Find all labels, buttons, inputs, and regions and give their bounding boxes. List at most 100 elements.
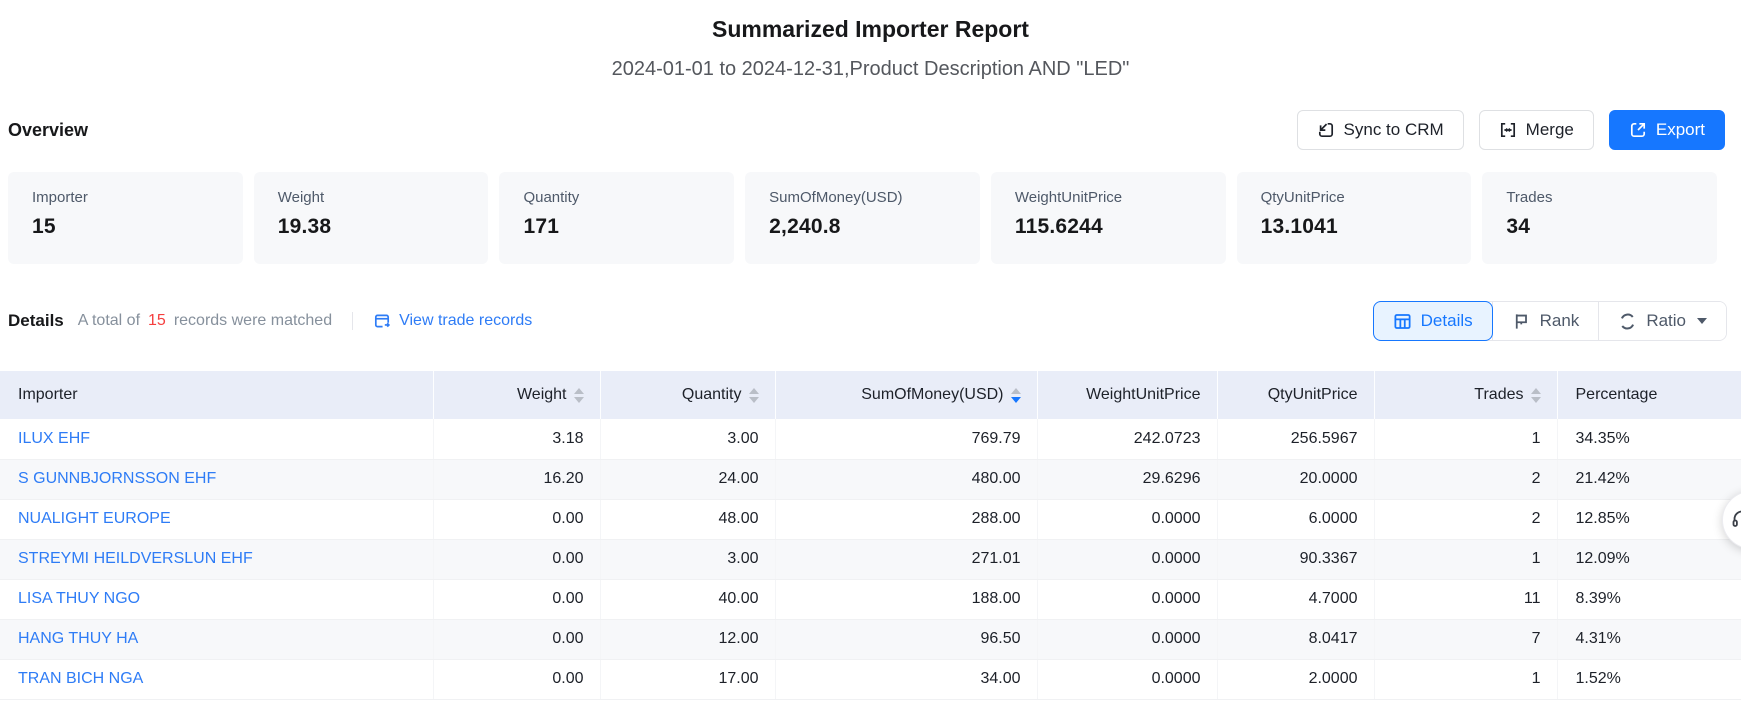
- cell-weight: 0.00: [433, 539, 600, 579]
- cell-trades: 11: [1374, 579, 1557, 619]
- export-button[interactable]: Export: [1609, 110, 1725, 150]
- column-header-qtyunitprice: QtyUnitPrice: [1217, 371, 1374, 419]
- stat-value: 19.38: [278, 215, 479, 239]
- column-label: WeightUnitPrice: [1086, 386, 1200, 404]
- column-header-trades[interactable]: Trades: [1374, 371, 1557, 419]
- column-header-quantity[interactable]: Quantity: [600, 371, 775, 419]
- importer-link[interactable]: ILUX EHF: [18, 430, 90, 447]
- stat-card-weightunitprice: WeightUnitPrice 115.6244: [991, 172, 1226, 264]
- cell-weightunitprice: 0.0000: [1037, 659, 1217, 699]
- cell-trades: 1: [1374, 419, 1557, 459]
- chevron-down-icon: [1697, 318, 1707, 324]
- cell-quantity: 3.00: [600, 539, 775, 579]
- cell-percentage: 1.52%: [1557, 659, 1741, 699]
- cell-sumofmoney-usd: 96.50: [775, 619, 1037, 659]
- stat-value: 115.6244: [1015, 215, 1216, 239]
- stat-card-quantity: Quantity171: [499, 172, 734, 264]
- cell-sumofmoney-usd: 769.79: [775, 419, 1037, 459]
- cell-qtyunitprice: 2.0000: [1217, 659, 1374, 699]
- sync-icon: [1317, 121, 1335, 139]
- cell-weightunitprice: 0.0000: [1037, 499, 1217, 539]
- importer-cell: LISA THUY NGO: [0, 579, 433, 619]
- cell-weight: 16.20: [433, 459, 600, 499]
- export-label: Export: [1656, 120, 1705, 140]
- tab-ratio[interactable]: Ratio: [1598, 302, 1726, 340]
- cell-percentage: 12.85%: [1557, 499, 1741, 539]
- stat-value: 13.1041: [1261, 215, 1462, 239]
- tab-label: Rank: [1540, 311, 1580, 331]
- merge-button[interactable]: Merge: [1479, 110, 1594, 150]
- cell-weightunitprice: 0.0000: [1037, 619, 1217, 659]
- sort-icon[interactable]: [1011, 388, 1021, 403]
- view-trade-records-link[interactable]: View trade records: [373, 312, 532, 330]
- export-icon: [1629, 121, 1647, 139]
- importer-link[interactable]: LISA THUY NGO: [18, 590, 140, 607]
- cell-percentage: 4.31%: [1557, 619, 1741, 659]
- sort-icon[interactable]: [749, 388, 759, 403]
- importer-link[interactable]: NUALIGHT EUROPE: [18, 510, 171, 527]
- cell-trades: 7: [1374, 619, 1557, 659]
- importer-link[interactable]: STREYMI HEILDVERSLUN EHF: [18, 550, 253, 567]
- tab-rank[interactable]: Rank: [1492, 302, 1599, 340]
- column-label: Weight: [517, 386, 567, 404]
- cell-quantity: 40.00: [600, 579, 775, 619]
- cell-trades: 2: [1374, 459, 1557, 499]
- column-header-sumofmoney-usd[interactable]: SumOfMoney(USD): [775, 371, 1037, 419]
- importer-link[interactable]: TRAN BICH NGA: [18, 670, 143, 687]
- column-label: Trades: [1474, 386, 1523, 404]
- cell-sumofmoney-usd: 34.00: [775, 659, 1037, 699]
- column-label: QtyUnitPrice: [1268, 386, 1358, 404]
- table-grid-icon: [1393, 312, 1412, 331]
- cell-qtyunitprice: 20.0000: [1217, 459, 1374, 499]
- cell-quantity: 48.00: [600, 499, 775, 539]
- cell-weight: 0.00: [433, 619, 600, 659]
- column-header-percentage: Percentage: [1557, 371, 1741, 419]
- stat-label: SumOfMoney(USD): [769, 189, 970, 206]
- page-title: Summarized Importer Report: [0, 13, 1741, 45]
- stat-card-qtyunitprice: QtyUnitPrice13.1041: [1237, 172, 1472, 264]
- rank-flag-icon: [1512, 312, 1531, 331]
- importer-cell: STREYMI HEILDVERSLUN EHF: [0, 539, 433, 579]
- tab-label: Details: [1421, 311, 1473, 331]
- cell-sumofmoney-usd: 188.00: [775, 579, 1037, 619]
- page-header: Summarized Importer Report 2024-01-01 to…: [0, 0, 1741, 83]
- match-suffix: records were matched: [174, 312, 332, 330]
- headset-icon: [1723, 508, 1741, 532]
- cell-sumofmoney-usd: 271.01: [775, 539, 1037, 579]
- view-trade-records-label: View trade records: [399, 312, 532, 330]
- details-bar: Details A total of 15 records were match…: [8, 301, 1727, 341]
- cell-trades: 1: [1374, 659, 1557, 699]
- importer-cell: HANG THUY HA: [0, 619, 433, 659]
- importer-cell: ILUX EHF: [0, 419, 433, 459]
- match-count: 15: [148, 312, 166, 330]
- toolbar-actions: Sync to CRM Merge Export: [1297, 110, 1725, 150]
- cell-quantity: 12.00: [600, 619, 775, 659]
- column-label: Importer: [18, 386, 78, 404]
- cell-quantity: 3.00: [600, 419, 775, 459]
- stat-label: Weight: [278, 189, 479, 206]
- overview-heading: Overview: [8, 120, 88, 141]
- page-subtitle: 2024-01-01 to 2024-12-31,Product Descrip…: [0, 55, 1741, 83]
- sync-to-crm-button[interactable]: Sync to CRM: [1297, 110, 1464, 150]
- cell-qtyunitprice: 256.5967: [1217, 419, 1374, 459]
- cell-qtyunitprice: 8.0417: [1217, 619, 1374, 659]
- sort-icon[interactable]: [574, 388, 584, 403]
- cell-qtyunitprice: 6.0000: [1217, 499, 1374, 539]
- table-row: LISA THUY NGO0.0040.00188.000.00004.7000…: [0, 579, 1741, 619]
- cell-qtyunitprice: 4.7000: [1217, 579, 1374, 619]
- sort-icon[interactable]: [1531, 388, 1541, 403]
- stat-card-weight: Weight 19.38: [254, 172, 489, 264]
- cell-qtyunitprice: 90.3367: [1217, 539, 1374, 579]
- table-header-row: Importer Weight QuantitySumOfMoney(USD) Wei…: [0, 371, 1741, 419]
- trade-records-icon: [373, 312, 391, 330]
- importer-cell: TRAN BICH NGA: [0, 659, 433, 699]
- column-header-weight[interactable]: Weight: [433, 371, 600, 419]
- importer-link[interactable]: HANG THUY HA: [18, 630, 138, 647]
- cell-quantity: 17.00: [600, 659, 775, 699]
- overview-toolbar: Overview Sync to CRM Merge Export: [8, 110, 1725, 150]
- tab-details[interactable]: Details: [1373, 301, 1493, 341]
- stat-label: WeightUnitPrice: [1015, 189, 1216, 206]
- sync-to-crm-label: Sync to CRM: [1344, 120, 1444, 140]
- details-heading: Details: [8, 311, 64, 331]
- importer-link[interactable]: S GUNNBJORNSSON EHF: [18, 470, 216, 487]
